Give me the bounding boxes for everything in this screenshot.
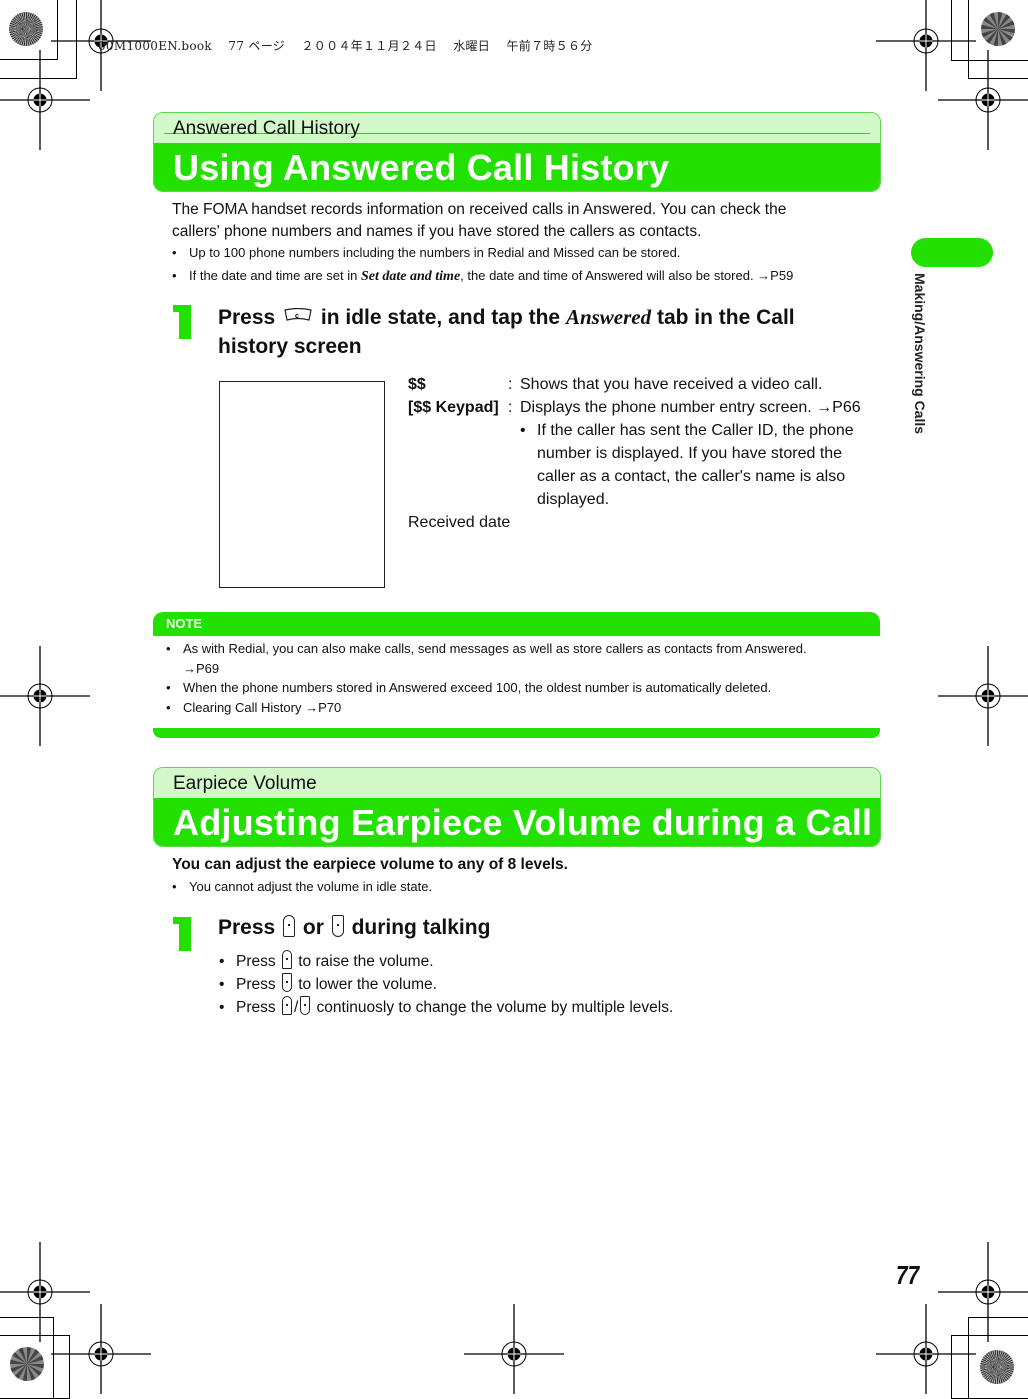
intro-line: callers' phone numbers and names if you … <box>172 223 702 240</box>
volume-down-key-icon <box>331 915 344 937</box>
desc-colon: : <box>508 399 513 416</box>
note-text: Clearing Call History →P70 <box>183 700 342 715</box>
registration-mark-icon <box>51 1304 151 1394</box>
registration-mark-icon <box>0 646 90 746</box>
section-subtitle: Earpiece Volume <box>173 773 317 794</box>
bullet-dot: • <box>219 976 225 993</box>
volume-down-key-icon <box>281 973 292 992</box>
bullet-dot: • <box>166 641 171 656</box>
bullet-dot: • <box>219 999 225 1016</box>
step-text: Press <box>218 306 282 329</box>
step-instruction: Press or during talking <box>218 912 490 943</box>
desc-value: Displays the phone number entry screen. … <box>520 399 861 416</box>
registration-mark-icon <box>876 0 976 91</box>
step-instruction: Press c in idle state, and tap the Answe… <box>218 300 795 333</box>
bullet-text: Press <box>236 999 280 1016</box>
note-heading: NOTE <box>166 616 203 631</box>
intro-line: The FOMA handset records information on … <box>172 201 787 218</box>
note-header: NOTE <box>153 612 880 636</box>
note-item: • When the phone numbers stored in Answer… <box>166 679 771 697</box>
registration-mark-icon <box>0 50 90 150</box>
volume-bullet: • Press / continuosly to change the volum… <box>219 996 673 1019</box>
desc-subbullet-line: displayed. <box>537 491 610 508</box>
section-title: Using Answered Call History <box>173 147 670 188</box>
registration-mark-icon <box>464 1304 564 1394</box>
bullet-text: to lower the volume. <box>293 976 437 993</box>
section-header-earpiece: Earpiece Volume Adjusting Earpiece Volum… <box>153 767 881 847</box>
screen-image-placeholder <box>219 381 385 588</box>
bullet-text: to raise the volume. <box>293 953 434 970</box>
received-date-label: Received date <box>408 514 511 531</box>
svg-text:c: c <box>295 313 299 320</box>
registration-mark-icon <box>938 1242 1028 1342</box>
volume-up-key-icon <box>283 915 296 937</box>
intro-bullet: • Up to 100 phone numbers including the n… <box>172 244 680 262</box>
bullet-dot: • <box>520 422 526 439</box>
note-item: • Clearing Call History →P70 <box>166 699 341 717</box>
chapter-tab <box>911 238 993 267</box>
registration-mark-icon <box>938 646 1028 746</box>
note-item: • As with Redial, you can also make calls… <box>166 640 807 658</box>
tab-name-reference: Answered <box>565 305 652 329</box>
call-history-key-icon: c <box>283 300 313 321</box>
desc-term: [$$ Keypad] <box>408 399 499 416</box>
note-text: When the phone numbers stored in Answere… <box>183 680 772 695</box>
intro-bullet: • If the date and time are set in Set dat… <box>172 267 793 286</box>
bullet-dot: • <box>172 245 177 260</box>
step-number-marker <box>173 917 191 951</box>
bullet-dot: • <box>172 268 177 283</box>
note-item-cont: →P69 <box>183 661 220 676</box>
bullet-dot: • <box>166 700 171 715</box>
note-footer-bar <box>153 728 880 738</box>
bullet-text: Up to 100 phone numbers including the nu… <box>189 245 681 260</box>
section-title-bar: Adjusting Earpiece Volume during a Call <box>154 798 880 846</box>
step-text: tab in the Call <box>651 306 795 329</box>
desc-subbullet-line: number is displayed. If you have stored … <box>537 445 843 462</box>
step-text: during talking <box>345 916 491 939</box>
bullet-text: If the date and time are set in <box>189 268 361 283</box>
page-number: 77 <box>896 1260 920 1290</box>
registration-mark-icon <box>938 50 1028 150</box>
volume-up-key-icon <box>281 996 292 1015</box>
registration-mark-icon <box>0 1242 90 1342</box>
bullet-text: You cannot adjust the volume in idle sta… <box>189 879 433 894</box>
bullet-dot: • <box>172 879 177 894</box>
desc-subbullet-line: If the caller has sent the Caller ID, th… <box>537 422 854 439</box>
section-title-bar: Using Answered Call History <box>154 143 880 191</box>
volume-bullet: • Press to lower the volume. <box>219 973 437 996</box>
bullet-text: Press <box>236 976 280 993</box>
section-header-answered: Answered Call History Using Answered Cal… <box>153 112 881 192</box>
volume-up-key-icon <box>281 950 292 969</box>
section-title: Adjusting Earpiece Volume during a Call <box>173 802 873 843</box>
note-text: As with Redial, you can also make calls,… <box>183 641 807 656</box>
step-text: or <box>297 916 330 939</box>
lead-text: You can adjust the earpiece volume to an… <box>172 856 568 873</box>
separator: / <box>293 999 299 1016</box>
section-subtitle: Answered Call History <box>173 118 360 139</box>
section-subtitle-bar: Earpiece Volume <box>154 768 880 798</box>
lead-bullet: • You cannot adjust the volume in idle st… <box>172 878 432 896</box>
volume-down-key-icon <box>300 996 311 1015</box>
bullet-dot: • <box>166 680 171 695</box>
note-box: NOTE • As with Redial, you can also make … <box>153 612 880 738</box>
step-text: Press <box>218 916 282 939</box>
step-instruction-cont: history screen <box>218 335 362 358</box>
menu-item-reference: Set date and time <box>361 269 461 284</box>
bullet-text: continuosly to change the volume by mult… <box>312 999 674 1016</box>
step-text: in idle state, and tap the <box>315 306 566 329</box>
bullet-text: , the date and time of Answered will als… <box>460 268 794 283</box>
chapter-label: Making/Answering Calls <box>912 273 928 435</box>
bullet-dot: • <box>219 953 225 970</box>
desc-subbullet-line: caller as a contact, the caller's name i… <box>537 468 846 485</box>
section-subtitle-bar: Answered Call History <box>154 113 880 143</box>
desc-colon: : <box>508 376 513 393</box>
registration-mark-icon <box>876 1304 976 1394</box>
desc-value: Shows that you have received a video cal… <box>520 376 823 393</box>
desc-term: $$ <box>408 376 426 393</box>
step-number-marker <box>173 305 191 339</box>
print-slug: 00M1000EN.book 77 ページ ２００４年１１月２４日 水曜日 午前… <box>98 39 593 53</box>
volume-bullet: • Press to raise the volume. <box>219 950 434 973</box>
bullet-text: Press <box>236 953 280 970</box>
